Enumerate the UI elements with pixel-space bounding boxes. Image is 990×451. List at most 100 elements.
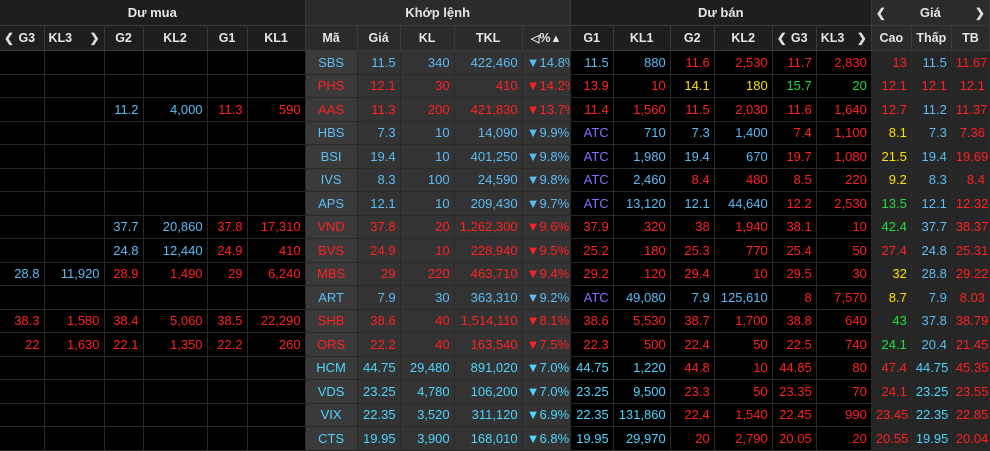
cell-sell-g2: 19.4 xyxy=(670,144,715,169)
cell-buy-g1: 38.5 xyxy=(207,309,248,333)
col-sell-kl3-header[interactable]: KL3 ❯ xyxy=(816,25,872,51)
cell-buy-g3 xyxy=(0,50,45,75)
col-symbol-header[interactable]: Mã xyxy=(305,25,358,51)
cell-sell-g1: 22.35 xyxy=(570,403,614,427)
col-kl3-header[interactable]: KL3 ❯ xyxy=(44,25,105,51)
table-row[interactable]: 28.8 11,920 28.9 1,490 29 6,240 MBS 29 220 463,71… xyxy=(0,262,990,286)
cell-percent-change: ▼6.9% xyxy=(522,403,571,427)
cell-symbol[interactable]: HBS xyxy=(305,121,358,145)
cell-low: 12.1 xyxy=(911,191,952,216)
col-g1-header[interactable]: G1 xyxy=(207,25,248,51)
cell-match-price: 24.9 xyxy=(357,238,401,263)
cell-symbol[interactable]: CTS xyxy=(305,426,358,451)
cell-match-volume: 3,900 xyxy=(400,426,455,451)
cell-buy-kl2: 12,440 xyxy=(143,238,208,263)
cell-sell-g3: 25.4 xyxy=(772,238,817,263)
cell-buy-g3 xyxy=(0,121,45,145)
cell-symbol[interactable]: VND xyxy=(305,215,358,239)
col-percent-header[interactable]: ◁%▲ xyxy=(522,25,571,51)
cell-sell-kl3: 1,100 xyxy=(816,121,872,145)
cell-symbol[interactable]: HCM xyxy=(305,356,358,380)
table-row[interactable]: HBS 7.3 10 14,090 ▼9.9% ATC 710 7.3 1,400 7.4 1,10… xyxy=(0,121,990,145)
cell-avg: 19.69 xyxy=(951,144,990,169)
cell-high: 32 xyxy=(871,262,912,286)
cell-buy-kl2 xyxy=(143,144,208,169)
cell-low: 37.7 xyxy=(911,215,952,239)
col-g3-header[interactable]: ❮ G3 xyxy=(0,25,45,51)
cell-sell-kl2: 670 xyxy=(714,144,773,169)
table-row[interactable]: 37.7 20,860 37.8 17,310 VND 37.8 20 1,262,300 ▼9… xyxy=(0,215,990,239)
cell-sell-kl2: 2,530 xyxy=(714,50,773,75)
cell-sell-kl1: 49,080 xyxy=(613,285,671,310)
cell-symbol[interactable]: BSI xyxy=(305,144,358,169)
chevron-left-icon[interactable]: ❮ xyxy=(4,31,14,45)
cell-low: 8.3 xyxy=(911,168,952,192)
col-high-header[interactable]: Cao xyxy=(871,25,912,51)
col-low-header[interactable]: Thấp xyxy=(911,25,952,51)
table-row[interactable]: APS 12.1 10 209,430 ▼9.7% ATC 13,120 12.1 44,640… xyxy=(0,191,990,216)
cell-symbol[interactable]: AAS xyxy=(305,97,358,122)
cell-symbol[interactable]: SHB xyxy=(305,309,358,333)
table-row[interactable]: CTS 19.95 3,900 168,010 ▼6.8% 19.95 29,970 20 2,… xyxy=(0,426,990,451)
cell-symbol[interactable]: VDS xyxy=(305,379,358,404)
table-row[interactable]: SBS11.5340422,460▼14.8%11.588011.62,5301… xyxy=(0,50,990,75)
table-row[interactable]: HCM 44.75 29,480 891,020 ▼7.0% 44.75 1,220 44.8… xyxy=(0,356,990,380)
table-row[interactable]: 22 1,630 22.1 1,350 22.2 260 ORS 22.2 40 163,540 ▼… xyxy=(0,332,990,357)
table-row[interactable]: ART 7.9 30 363,310 ▼9.2% ATC 49,080 7.9 125,610 8… xyxy=(0,285,990,310)
table-row[interactable]: IVS 8.3 100 24,590 ▼9.8% ATC 2,460 8.4 480 8.5 220… xyxy=(0,168,990,192)
cell-sell-kl2: 125,610 xyxy=(714,285,773,310)
cell-high: 43 xyxy=(871,309,912,333)
cell-buy-g1 xyxy=(207,426,248,451)
col-sell-kl1-header[interactable]: KL1 xyxy=(613,25,671,51)
cell-buy-kl3 xyxy=(44,285,105,310)
col-avg-header[interactable]: TB xyxy=(951,25,990,51)
cell-buy-g3 xyxy=(0,285,45,310)
table-row[interactable]: PHS12.130410▼14.2%13.91014.118015.72012.… xyxy=(0,74,990,98)
table-row[interactable]: 11.24,00011.3590AAS11.3200421,830▼13.7%1… xyxy=(0,97,990,122)
cell-symbol[interactable]: ORS xyxy=(305,332,358,357)
col-sell-g2-header[interactable]: G2 xyxy=(670,25,715,51)
cell-total-volume: 106,200 xyxy=(454,379,523,404)
cell-buy-g2 xyxy=(104,168,144,192)
cell-buy-kl1: 17,310 xyxy=(247,215,306,239)
cell-buy-g1 xyxy=(207,168,248,192)
table-row[interactable]: 24.8 12,440 24.9 410 BVS 24.9 10 228,940 ▼9.5% 25… xyxy=(0,238,990,263)
col-g2-header[interactable]: G2 xyxy=(104,25,144,51)
cell-sell-kl2: 1,700 xyxy=(714,309,773,333)
cell-symbol[interactable]: ART xyxy=(305,285,358,310)
cell-symbol[interactable]: MBS xyxy=(305,262,358,286)
cell-buy-kl2 xyxy=(143,356,208,380)
cell-symbol[interactable]: VIX xyxy=(305,403,358,427)
cell-total-volume: 410 xyxy=(454,74,523,98)
cell-match-volume: 40 xyxy=(400,332,455,357)
cell-percent-change: ▼14.8% xyxy=(522,50,571,75)
col-volume-header[interactable]: KL xyxy=(400,25,455,51)
table-row[interactable]: BSI 19.4 10 401,250 ▼9.8% ATC 1,980 19.4 670 19.7… xyxy=(0,144,990,169)
col-price-header[interactable]: Giá xyxy=(357,25,401,51)
cell-match-price: 22.2 xyxy=(357,332,401,357)
cell-symbol[interactable]: SBS xyxy=(305,50,358,75)
chevron-right-icon[interactable]: ❯ xyxy=(89,31,99,45)
col-sell-g3-header[interactable]: ❮ G3 xyxy=(772,25,817,51)
col-kl2-header[interactable]: KL2 xyxy=(143,25,208,51)
cell-match-volume: 10 xyxy=(400,238,455,263)
cell-symbol[interactable]: IVS xyxy=(305,168,358,192)
col-sell-g1-header[interactable]: G1 xyxy=(570,25,614,51)
cell-sell-g1: 11.4 xyxy=(570,97,614,122)
table-row[interactable]: 38.3 1,580 38.4 5,060 38.5 22,290 SHB 38.6 40 1,5… xyxy=(0,309,990,333)
cell-symbol[interactable]: PHS xyxy=(305,74,358,98)
cell-symbol[interactable]: APS xyxy=(305,191,358,216)
table-row[interactable]: VIX 22.35 3,520 311,120 ▼6.9% 22.35 131,860 22.… xyxy=(0,403,990,427)
chevron-left-icon[interactable]: ❮ xyxy=(876,6,886,20)
col-sell-kl2-header[interactable]: KL2 xyxy=(714,25,773,51)
cell-symbol[interactable]: BVS xyxy=(305,238,358,263)
chevron-right-icon[interactable]: ❯ xyxy=(975,6,985,20)
col-total-volume-header[interactable]: TKL xyxy=(454,25,523,51)
chevron-left-icon[interactable]: ❮ xyxy=(777,31,787,45)
col-kl1-header[interactable]: KL1 xyxy=(247,25,306,51)
cell-sell-kl2: 50 xyxy=(714,379,773,404)
chevron-right-icon[interactable]: ❯ xyxy=(857,31,867,45)
cell-buy-kl3 xyxy=(44,426,105,451)
cell-sell-kl2: 44,640 xyxy=(714,191,773,216)
table-row[interactable]: VDS 23.25 4,780 106,200 ▼7.0% 23.25 9,500 23.3 5… xyxy=(0,379,990,404)
